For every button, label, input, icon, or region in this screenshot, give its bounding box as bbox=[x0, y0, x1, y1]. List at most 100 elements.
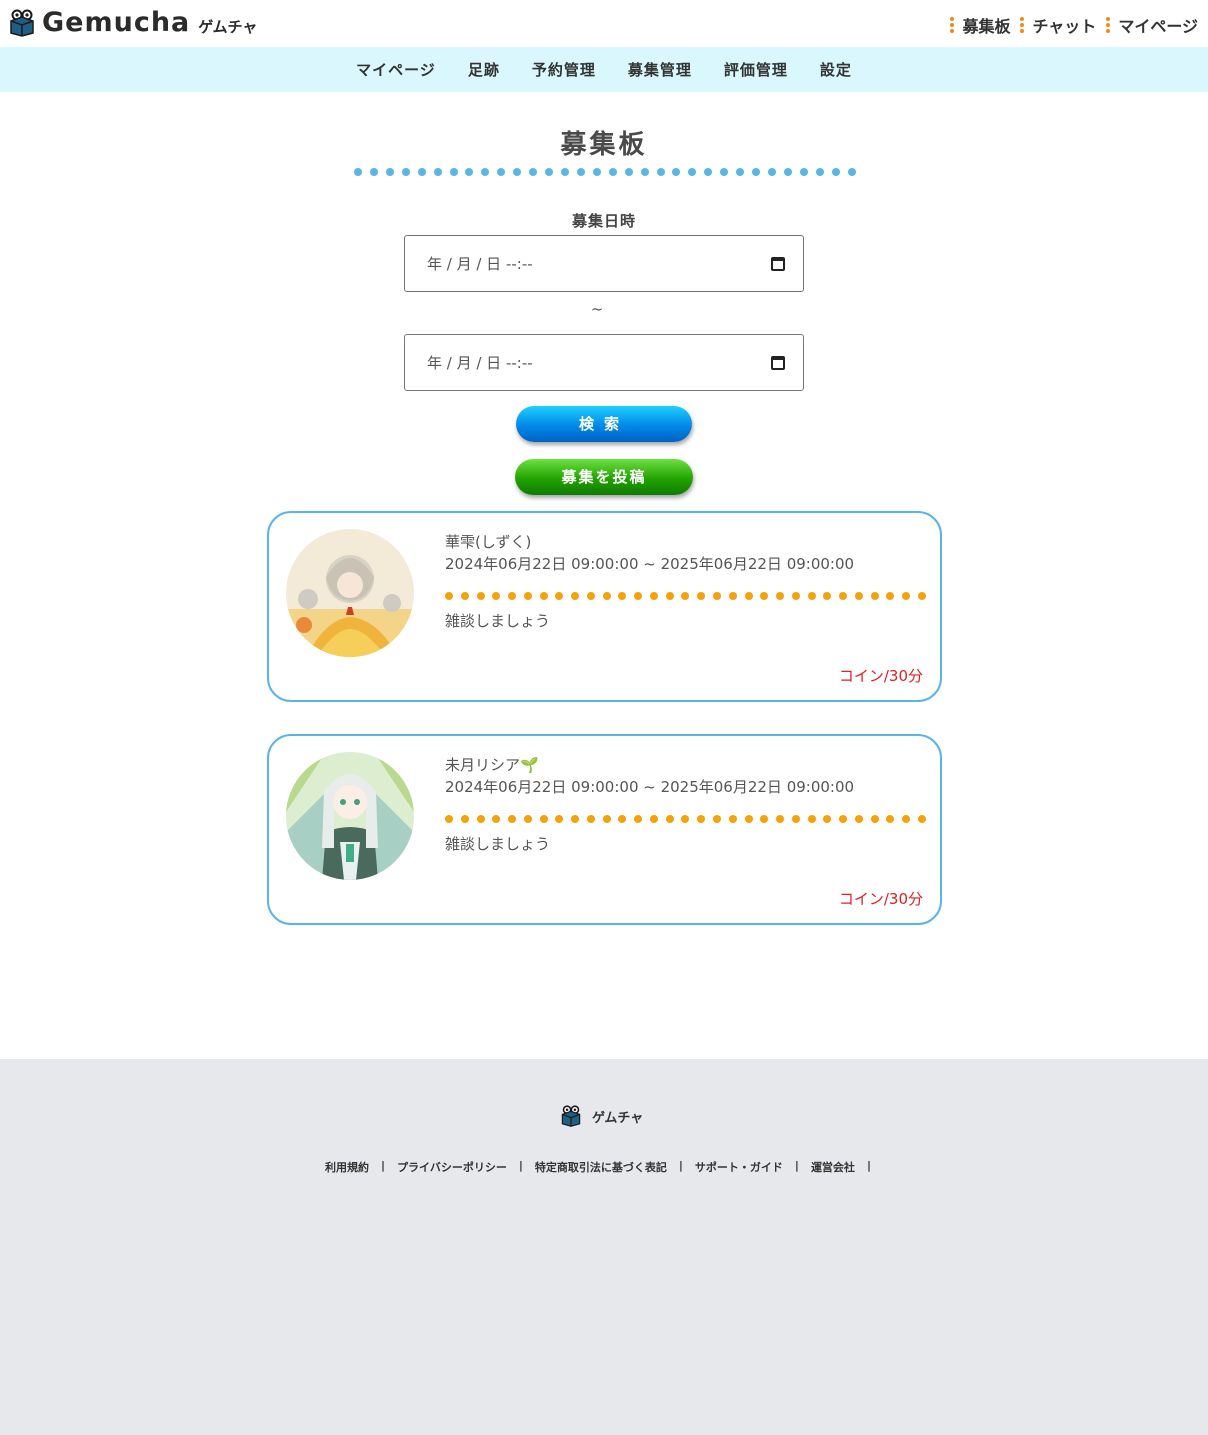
divider-dot bbox=[576, 168, 585, 176]
avatar bbox=[286, 752, 414, 880]
divider-dot bbox=[902, 815, 911, 823]
page-title: 募集板 bbox=[560, 130, 648, 160]
divider-dot bbox=[555, 592, 564, 600]
divider-dot bbox=[523, 815, 532, 823]
avatar bbox=[286, 529, 414, 657]
divider-dot bbox=[445, 592, 453, 600]
date-from-input[interactable]: 年 / 月 / 日 --:-- bbox=[404, 235, 804, 292]
divider-dot bbox=[571, 815, 580, 823]
recruitment-price: コイン/30分 bbox=[838, 890, 923, 908]
divider-dot bbox=[713, 815, 722, 823]
dots-icon bbox=[1020, 17, 1025, 33]
subnav-item-settings[interactable]: 設定 bbox=[820, 59, 852, 80]
footer-logo[interactable]: ゲムチャ bbox=[560, 1104, 643, 1128]
divider-dot bbox=[917, 815, 926, 823]
logo-subtext: ゲムチャ bbox=[198, 17, 258, 36]
subnav-item-mypage[interactable]: マイページ bbox=[356, 59, 436, 80]
divider-dot bbox=[688, 168, 697, 176]
divider-dot bbox=[508, 815, 517, 823]
recruitment-message: 雑談しましょう bbox=[445, 835, 551, 853]
divider-dot bbox=[445, 815, 453, 823]
divider-dot bbox=[681, 592, 690, 600]
footer-link-commerce-law[interactable]: 特定商取引法に基づく表記 bbox=[535, 1159, 667, 1175]
date-to-input[interactable]: 年 / 月 / 日 --:-- bbox=[404, 334, 804, 391]
divider-dot bbox=[854, 815, 863, 823]
divider-dot bbox=[465, 168, 474, 176]
divider-dot bbox=[523, 592, 532, 600]
frog-mascot-icon bbox=[10, 9, 34, 37]
divider-dot bbox=[791, 592, 800, 600]
divider-dot bbox=[752, 168, 761, 176]
divider-dot bbox=[571, 592, 580, 600]
subnav-item-recruitments[interactable]: 募集管理 bbox=[628, 59, 692, 80]
divider-dot bbox=[791, 815, 800, 823]
divider-dot bbox=[823, 815, 832, 823]
divider-dot bbox=[854, 592, 863, 600]
divider-dot bbox=[839, 592, 848, 600]
subnav-item-reservations[interactable]: 予約管理 bbox=[532, 59, 596, 80]
divider-dot bbox=[665, 592, 674, 600]
divider-dot bbox=[649, 592, 658, 600]
footer-link-company[interactable]: 運営会社 bbox=[811, 1159, 855, 1175]
divider-dot bbox=[513, 168, 522, 176]
subnav-item-reviews[interactable]: 評価管理 bbox=[724, 59, 788, 80]
divider-dot bbox=[634, 592, 643, 600]
divider-dot bbox=[767, 168, 776, 176]
divider-dot bbox=[560, 168, 569, 176]
divider-dot bbox=[460, 592, 469, 600]
divider-dot bbox=[744, 815, 753, 823]
logo-text: Gemucha bbox=[42, 7, 191, 38]
card-dotted-divider bbox=[445, 815, 926, 823]
site-logo[interactable]: Gemucha ゲムチャ bbox=[8, 9, 257, 37]
divider-dot bbox=[586, 592, 595, 600]
divider-dot bbox=[508, 592, 517, 600]
divider-dot bbox=[807, 592, 816, 600]
calendar-icon[interactable] bbox=[771, 257, 785, 271]
divider-dot bbox=[529, 168, 538, 176]
top-nav-chat[interactable]: チャット bbox=[1020, 13, 1096, 37]
top-nav: 募集板 チャット マイページ bbox=[940, 13, 1198, 37]
footer-link-support[interactable]: サポート・ガイド bbox=[695, 1159, 783, 1175]
divider-dot bbox=[539, 592, 548, 600]
date-from-placeholder: 年 / 月 / 日 --:-- bbox=[427, 255, 533, 273]
divider-dot bbox=[720, 168, 729, 176]
top-nav-mypage-label: マイページ bbox=[1118, 17, 1198, 36]
divider-dot bbox=[656, 168, 665, 176]
footer-link-terms[interactable]: 利用規約 bbox=[325, 1159, 369, 1175]
divider-dot bbox=[618, 592, 627, 600]
divider-dot bbox=[649, 815, 658, 823]
top-nav-mypage[interactable]: マイページ bbox=[1106, 13, 1198, 37]
card-dotted-divider bbox=[445, 592, 926, 600]
footer-logo-text: ゲムチャ bbox=[592, 1110, 644, 1126]
subnav-item-footprints[interactable]: 足跡 bbox=[468, 59, 500, 80]
footer-separator: | bbox=[678, 1159, 683, 1172]
divider-dot bbox=[433, 168, 442, 176]
divider-dot bbox=[681, 815, 690, 823]
divider-dot bbox=[815, 168, 824, 176]
recruitment-message: 雑談しましょう bbox=[445, 612, 551, 630]
top-nav-board-label: 募集板 bbox=[962, 17, 1011, 36]
divider-dot bbox=[870, 815, 879, 823]
divider-dot bbox=[555, 815, 564, 823]
calendar-icon[interactable] bbox=[771, 356, 785, 370]
top-nav-board[interactable]: 募集板 bbox=[950, 13, 1010, 37]
search-button[interactable]: 検索 bbox=[516, 406, 692, 442]
recruitment-card[interactable]: 華雫(しずく) 2024年06月22日 09:00:00 ~ 2025年06月2… bbox=[267, 511, 942, 702]
footer-link-privacy[interactable]: プライバシーポリシー bbox=[397, 1159, 507, 1175]
date-range-label: 募集日時 bbox=[571, 212, 636, 230]
recruitment-period: 2024年06月22日 09:00:00 ~ 2025年06月22日 09:00… bbox=[445, 778, 855, 796]
footer-separator: | bbox=[381, 1159, 386, 1172]
poster-name: 華雫(しずく) bbox=[445, 533, 532, 551]
divider-dot bbox=[545, 168, 554, 176]
recruitment-card[interactable]: 未月リシア🌱 2024年06月22日 09:00:00 ~ 2025年06月22… bbox=[267, 734, 942, 925]
divider-dot bbox=[870, 592, 879, 600]
divider-dot bbox=[481, 168, 490, 176]
dots-icon bbox=[950, 17, 955, 33]
divider-dot bbox=[665, 815, 674, 823]
poster-name: 未月リシア🌱 bbox=[445, 756, 539, 774]
divider-dot bbox=[776, 592, 785, 600]
divider-dot bbox=[917, 592, 926, 600]
divider-dot bbox=[886, 592, 895, 600]
post-recruitment-button[interactable]: 募集を投稿 bbox=[515, 459, 693, 495]
footer-separator: | bbox=[866, 1159, 871, 1172]
